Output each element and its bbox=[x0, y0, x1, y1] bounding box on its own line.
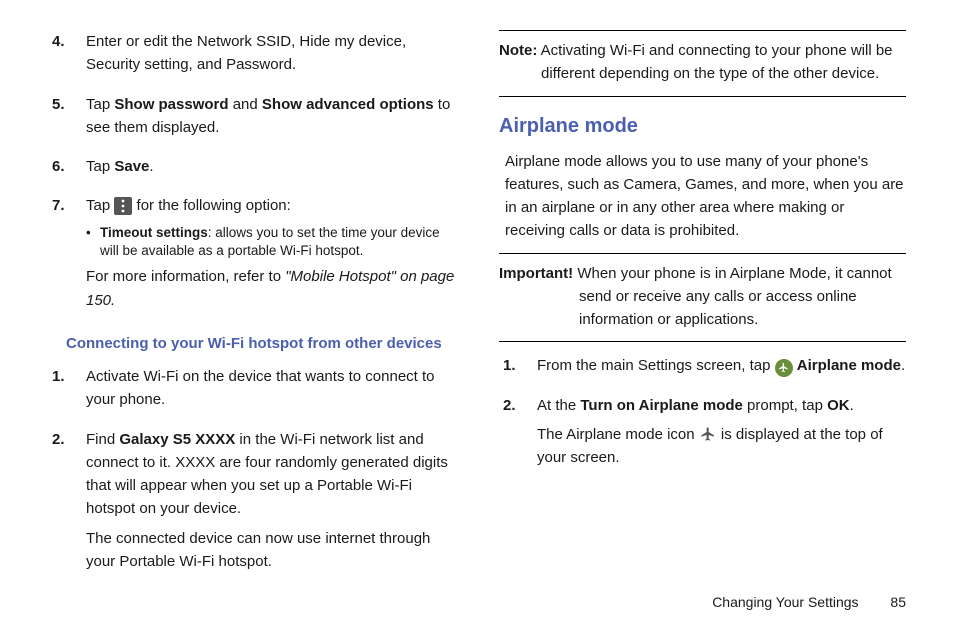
left-column: 4.Enter or edit the Network SSID, Hide m… bbox=[48, 30, 455, 560]
steps-list-b: 1.Activate Wi-Fi on the device that want… bbox=[48, 365, 455, 579]
step-body: Activate Wi-Fi on the device that wants … bbox=[86, 365, 455, 418]
step-item: 4.Enter or edit the Network SSID, Hide m… bbox=[48, 30, 455, 83]
step-number: 7. bbox=[48, 194, 86, 318]
section-heading: Airplane mode bbox=[499, 111, 906, 142]
sub-bullet: •Timeout settings: allows you to set the… bbox=[86, 224, 455, 262]
page-footer: Changing Your Settings 85 bbox=[712, 594, 906, 610]
step-number: 1. bbox=[48, 365, 86, 418]
subsection-heading: Connecting to your Wi-Fi hotspot from ot… bbox=[66, 332, 455, 355]
right-column: Note: Activating Wi-Fi and connecting to… bbox=[499, 30, 906, 560]
step-number: 6. bbox=[48, 155, 86, 184]
step-number: 4. bbox=[48, 30, 86, 83]
important-label: Important! bbox=[499, 265, 573, 282]
important-text: When your phone is in Airplane Mode, it … bbox=[573, 265, 892, 329]
steps-list-a: 4.Enter or edit the Network SSID, Hide m… bbox=[48, 30, 455, 318]
step-number: 2. bbox=[499, 394, 537, 476]
step-item: 5.Tap Show password and Show advanced op… bbox=[48, 93, 455, 146]
note-block: Note: Activating Wi-Fi and connecting to… bbox=[499, 30, 906, 97]
step-body: Tap for the following option:•Timeout se… bbox=[86, 194, 455, 318]
step-body: Tap Show password and Show advanced opti… bbox=[86, 93, 455, 146]
step-body: Enter or edit the Network SSID, Hide my … bbox=[86, 30, 455, 83]
step-number: 5. bbox=[48, 93, 86, 146]
important-block: Important! When your phone is in Airplan… bbox=[499, 253, 906, 343]
overflow-menu-icon bbox=[114, 197, 132, 215]
step-item: 2.At the Turn on Airplane mode prompt, t… bbox=[499, 394, 906, 476]
steps-list-right: 1.From the main Settings screen, tap Air… bbox=[499, 354, 906, 475]
step-item: 1.From the main Settings screen, tap Air… bbox=[499, 354, 906, 383]
airplane-mode-icon bbox=[775, 359, 793, 377]
step-item: 1.Activate Wi-Fi on the device that want… bbox=[48, 365, 455, 418]
step-extra: For more information, refer to "Mobile H… bbox=[86, 265, 455, 312]
step-body: From the main Settings screen, tap Airpl… bbox=[537, 354, 906, 383]
note-text: Activating Wi-Fi and connecting to your … bbox=[537, 42, 892, 82]
footer-chapter: Changing Your Settings bbox=[712, 594, 858, 610]
step-body: Find Galaxy S5 XXXX in the Wi-Fi network… bbox=[86, 428, 455, 580]
step-body: Tap Save. bbox=[86, 155, 455, 184]
step-body: At the Turn on Airplane mode prompt, tap… bbox=[537, 394, 906, 476]
section-intro: Airplane mode allows you to use many of … bbox=[499, 150, 906, 243]
step-item: 2.Find Galaxy S5 XXXX in the Wi-Fi netwo… bbox=[48, 428, 455, 580]
step-item: 7.Tap for the following option:•Timeout … bbox=[48, 194, 455, 318]
footer-page-number: 85 bbox=[890, 594, 906, 610]
note-label: Note: bbox=[499, 42, 537, 59]
step-number: 1. bbox=[499, 354, 537, 383]
step-item: 6.Tap Save. bbox=[48, 155, 455, 184]
airplane-icon bbox=[699, 425, 717, 443]
step-number: 2. bbox=[48, 428, 86, 580]
